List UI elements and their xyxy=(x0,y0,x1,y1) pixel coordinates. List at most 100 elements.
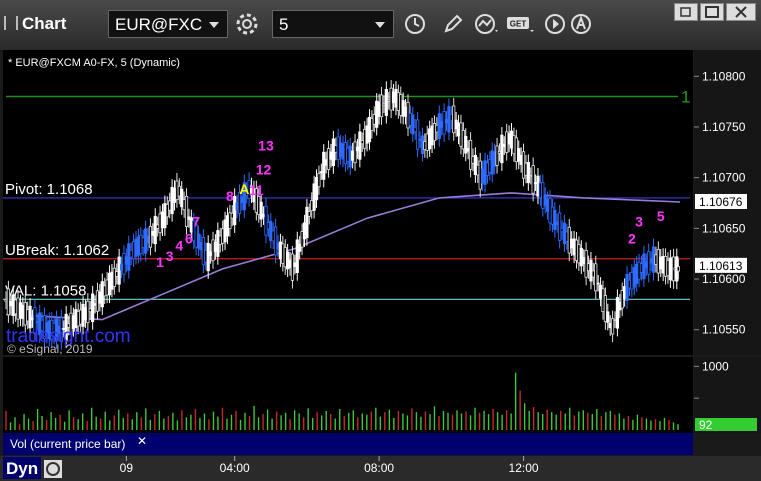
candle-body xyxy=(322,151,326,180)
candle-body xyxy=(594,263,598,292)
candle-body xyxy=(148,225,153,248)
toolbar: Chart EUR@FXC 5 GET xyxy=(0,0,761,51)
sequence-label: 3 xyxy=(635,213,643,229)
level-label: Pivot: 1.1068 xyxy=(5,181,93,198)
restore-icon xyxy=(680,7,691,17)
target-label: 1 xyxy=(681,88,690,107)
get-icon: GET xyxy=(507,17,534,32)
candle-body xyxy=(531,165,535,194)
draw-button[interactable] xyxy=(438,10,468,38)
price-tick-label: 1.10800 xyxy=(702,69,746,83)
candle-body xyxy=(290,253,295,281)
maximize-button[interactable] xyxy=(700,3,724,21)
interval-value: 5 xyxy=(279,15,289,34)
sequence-label: A xyxy=(239,181,249,197)
price-tick-label: 1.10750 xyxy=(702,120,746,134)
sequence-label: 7 xyxy=(192,213,200,229)
sequence-label: 13 xyxy=(258,137,274,153)
close-pane-icon[interactable]: ✕ xyxy=(137,434,147,448)
sequence-label: 4 xyxy=(175,238,183,254)
sequence-label: 8 xyxy=(226,188,234,204)
price-tick-label: 1.10600 xyxy=(702,272,746,286)
candle-body xyxy=(233,196,237,226)
chevron-down-icon xyxy=(209,22,219,28)
candle-body xyxy=(468,139,473,170)
candle-body xyxy=(112,267,116,287)
candle-body xyxy=(500,134,504,164)
level-label: VAL: 1.1058 xyxy=(5,282,86,299)
bottom-tab-label: Dyn xyxy=(6,459,38,478)
app-title-label: Chart xyxy=(22,14,67,33)
svg-text:GET: GET xyxy=(510,20,527,29)
candle-body xyxy=(384,89,388,116)
candle-body xyxy=(676,266,680,272)
volume-current-label: 92 xyxy=(699,418,713,432)
candle-body xyxy=(596,282,600,285)
candle-body xyxy=(416,119,420,150)
symbol-value: EUR@FXC xyxy=(115,15,203,34)
candle-body xyxy=(184,195,189,227)
time-tick-label: 08:00 xyxy=(364,461,394,475)
volume-tick-label: 1000 xyxy=(702,359,729,373)
line-chart-icon xyxy=(475,14,498,34)
interval-select[interactable]: 5 xyxy=(272,10,394,38)
maximize-icon xyxy=(705,6,719,18)
candle-body xyxy=(117,256,121,285)
copyright: © eSignal, 2019 xyxy=(7,342,93,356)
candle-body xyxy=(28,305,32,329)
time-tick-label: 12:00 xyxy=(509,461,539,475)
candle-body xyxy=(558,212,562,241)
studies-button[interactable] xyxy=(472,10,502,38)
candle-body xyxy=(553,209,557,230)
close-icon xyxy=(735,6,747,18)
close-button[interactable] xyxy=(726,3,756,21)
get-button[interactable]: GET xyxy=(506,10,536,38)
candle-body xyxy=(526,162,530,184)
sequence-label: 11 xyxy=(249,182,264,198)
alert-a-icon xyxy=(571,14,591,34)
sequence-label: 1 xyxy=(156,254,164,270)
time-button[interactable] xyxy=(400,10,430,38)
candle-body xyxy=(358,131,362,160)
price-tag-label: 1.10613 xyxy=(699,259,743,273)
time-tick-label: 04:00 xyxy=(220,461,250,475)
sequence-label: 6 xyxy=(185,231,193,247)
sequence-label: 2 xyxy=(628,231,636,247)
time-tick-label: 09 xyxy=(120,461,134,475)
candle-body xyxy=(91,293,95,322)
candle-body xyxy=(317,173,321,188)
candle-body xyxy=(495,145,499,166)
sequence-label: 12 xyxy=(256,162,272,178)
pencil-icon xyxy=(444,14,463,33)
sequence-label: 3 xyxy=(166,248,174,264)
price-tick-label: 1.10550 xyxy=(702,323,746,337)
candle-body xyxy=(273,226,278,256)
candle-body xyxy=(611,318,615,335)
price-tag-label: 1.10676 xyxy=(699,195,743,209)
gear-icon xyxy=(236,13,258,35)
price-tick-label: 1.10700 xyxy=(702,171,746,185)
candle-body xyxy=(606,311,610,323)
chevron-down-icon xyxy=(375,22,385,28)
settings-button[interactable] xyxy=(232,10,262,38)
drag-grip-icon[interactable] xyxy=(4,16,18,30)
volume-pane[interactable] xyxy=(3,357,693,433)
chart-title: * EUR@FXCM A0-FX, 5 (Dynamic) xyxy=(8,57,180,69)
app-title: Chart xyxy=(4,14,66,34)
clock-icon xyxy=(405,14,425,34)
volume-legend: Vol (current price bar) xyxy=(10,437,125,451)
candle-body xyxy=(353,141,357,164)
candle-body xyxy=(307,211,311,217)
candle-body xyxy=(153,215,157,245)
restore-button[interactable] xyxy=(674,3,698,21)
candle-body xyxy=(379,94,384,118)
price-tick-label: 1.10650 xyxy=(702,221,746,235)
chart[interactable]: 1Pivot: 1.1068UBreak: 1.1062VAL: 1.1058 … xyxy=(0,50,761,481)
alert-button[interactable] xyxy=(566,10,596,38)
candle-body xyxy=(264,205,268,236)
level-label: UBreak: 1.1062 xyxy=(5,242,109,259)
price-pane[interactable] xyxy=(3,50,693,355)
candle-body xyxy=(206,242,210,272)
symbol-select[interactable]: EUR@FXC xyxy=(108,10,228,38)
play-icon xyxy=(545,14,565,34)
